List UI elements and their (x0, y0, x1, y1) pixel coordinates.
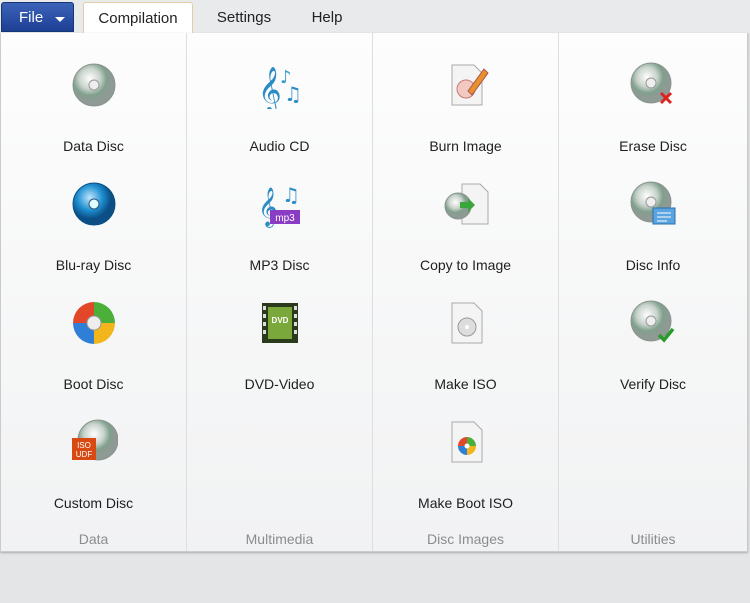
film-dvd-icon: DVD (261, 303, 298, 343)
make-boot-iso-label: Make Boot ISO (418, 495, 513, 511)
erase-disc-icon (630, 62, 673, 105)
make-iso-label: Make ISO (434, 376, 497, 392)
bluray-disc-label: Blu-ray Disc (55, 257, 132, 273)
ribbon-tab-bar: File Compilation Settings Help (0, 0, 750, 34)
group-label-utilities: Utilities (630, 531, 676, 547)
data-disc-icon (72, 63, 115, 107)
udf-badge: UDF (75, 450, 92, 459)
mp3-badge: mp3 (275, 213, 295, 224)
ribbon-panel: Data Disc Blu-ray Disc Boot Disc ISO UDF … (0, 33, 748, 552)
copy-to-image-icon (444, 183, 488, 225)
custom-disc-button[interactable]: ISO UDF Custom Disc (1, 412, 186, 522)
verify-disc-icon (630, 300, 675, 343)
copy-to-image-button[interactable]: Copy to Image (373, 174, 558, 284)
svg-text:♫: ♫ (284, 82, 302, 106)
data-disc-label: Data Disc (63, 138, 124, 154)
boot-disc-button[interactable]: Boot Disc (1, 293, 186, 403)
disc-info-label: Disc Info (625, 257, 681, 273)
file-label: File (19, 9, 44, 26)
make-iso-icon (451, 302, 482, 344)
dvd-badge: DVD (271, 316, 288, 325)
iso-badge: ISO (77, 441, 91, 450)
burn-image-label: Burn Image (429, 138, 502, 154)
tab-help[interactable]: Help (292, 2, 362, 33)
mp3-icon: 𝄞 ♫mp3 (258, 183, 300, 228)
group-label-data: Data (78, 531, 109, 547)
dvd-video-label: DVD-Video (244, 376, 315, 392)
verify-disc-button[interactable]: Verify Disc (559, 293, 747, 403)
boot-disc-label: Boot Disc (63, 376, 124, 392)
group-multimedia: 𝄞 ♪ ♫ Audio CD 𝄞 ♫ mp3 MP3 Disc DVD DVD-Vide… (187, 33, 373, 551)
make-iso-button[interactable]: Make ISO (373, 293, 558, 403)
bluray-disc-button[interactable]: Blu-ray Disc (1, 174, 186, 284)
erase-disc-button[interactable]: Erase Disc (559, 55, 747, 165)
custom-disc-icon: ISOUDF (71, 419, 118, 461)
group-utilities: Erase Disc Disc Info Verify Disc Utiliti… (559, 33, 747, 551)
burn-image-icon (451, 64, 489, 106)
disc-info-button[interactable]: Disc Info (559, 174, 747, 284)
group-label-multimedia: Multimedia (245, 531, 314, 547)
mp3-disc-button[interactable]: 𝄞 ♫ mp3 MP3 Disc (187, 174, 372, 284)
make-boot-iso-button[interactable]: Make Boot ISO (373, 412, 558, 522)
audio-cd-button[interactable]: 𝄞 ♪ ♫ Audio CD (187, 55, 372, 165)
mp3-disc-label: MP3 Disc (249, 257, 310, 273)
tab-compilation[interactable]: Compilation (83, 2, 193, 34)
chevron-down-icon (55, 17, 65, 22)
tab-settings[interactable]: Settings (200, 2, 288, 33)
erase-disc-label: Erase Disc (619, 138, 687, 154)
group-label-disc-images: Disc Images (426, 531, 505, 547)
make-boot-iso-icon (451, 421, 482, 463)
disc-info-icon (630, 181, 676, 225)
boot-disc-icon (72, 302, 115, 344)
copy-to-image-label: Copy to Image (419, 257, 512, 273)
file-menu-button[interactable]: File (1, 2, 74, 32)
bluray-disc-icon (72, 182, 115, 226)
custom-disc-label: Custom Disc (53, 495, 134, 511)
svg-text:♫: ♫ (282, 183, 300, 207)
verify-disc-label: Verify Disc (619, 376, 687, 392)
audio-cd-label: Audio CD (249, 138, 310, 154)
burn-image-button[interactable]: Burn Image (373, 55, 558, 165)
music-notes-icon: 𝄞♪♫ (258, 67, 302, 109)
group-disc-images: Burn Image Copy to Image Make ISO Make B… (373, 33, 559, 551)
dvd-video-button[interactable]: DVD DVD-Video (187, 293, 372, 403)
svg-text:𝄞: 𝄞 (258, 67, 282, 109)
data-disc-button[interactable]: Data Disc (1, 55, 186, 165)
group-data: Data Disc Blu-ray Disc Boot Disc ISO UDF … (1, 33, 187, 551)
